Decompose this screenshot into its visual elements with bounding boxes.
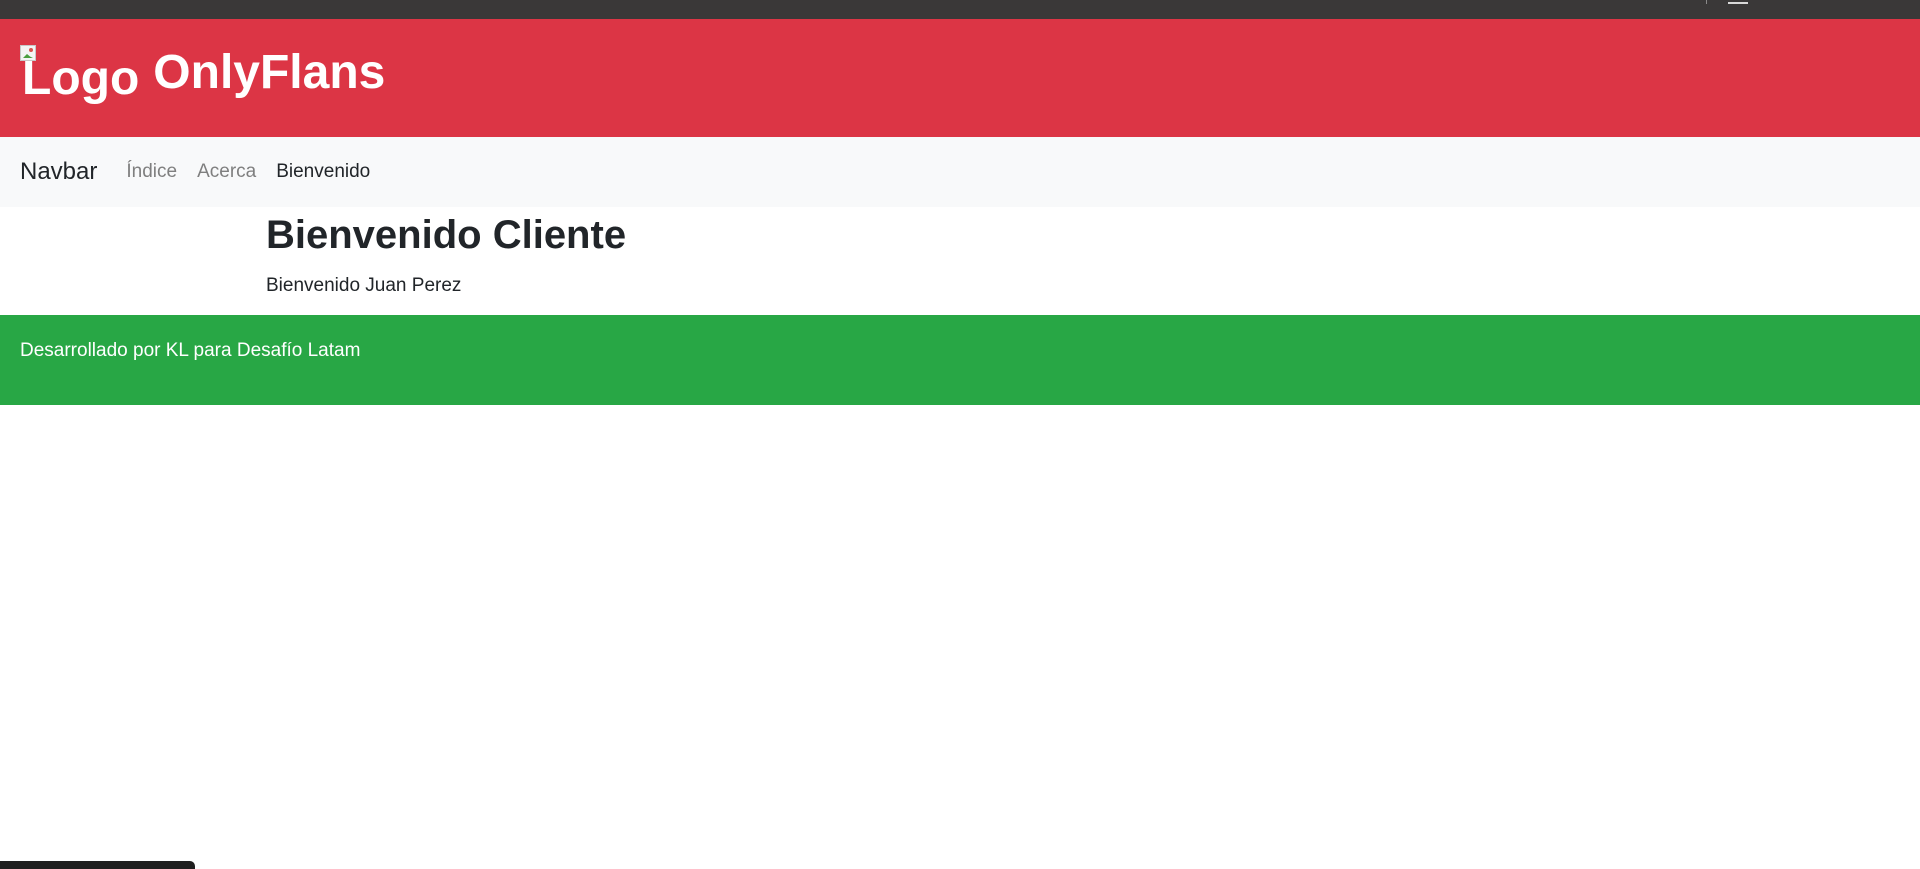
welcome-message: Bienvenido Juan Perez bbox=[266, 275, 462, 296]
browser-top-bar bbox=[0, 0, 1920, 19]
top-bar-divider bbox=[1706, 0, 1707, 4]
footer-text: Desarrollado por KL para Desafío Latam bbox=[20, 340, 361, 361]
site-brand: Logo OnlyFlans bbox=[20, 43, 385, 103]
top-bar-window-icon[interactable] bbox=[1728, 0, 1748, 4]
navbar: Navbar Índice Acerca Bienvenido bbox=[0, 137, 1920, 207]
navbar-brand[interactable]: Navbar bbox=[20, 158, 97, 186]
logo-image: Logo bbox=[20, 43, 139, 103]
site-footer: Desarrollado por KL para Desafío Latam bbox=[0, 315, 1920, 405]
nav-link-indice[interactable]: Índice bbox=[126, 161, 177, 183]
site-title: OnlyFlans bbox=[153, 46, 386, 99]
page-title: Bienvenido Cliente bbox=[266, 213, 627, 257]
logo-alt-text: Logo bbox=[22, 52, 140, 105]
bottom-overlay-tab[interactable] bbox=[0, 861, 195, 869]
broken-image-icon bbox=[20, 45, 36, 61]
main-content: Bienvenido Cliente Bienvenido Juan Perez bbox=[266, 207, 1266, 297]
nav-link-bienvenido[interactable]: Bienvenido bbox=[276, 161, 370, 183]
nav-link-acerca[interactable]: Acerca bbox=[197, 161, 256, 183]
site-header: Logo OnlyFlans bbox=[0, 19, 1920, 137]
